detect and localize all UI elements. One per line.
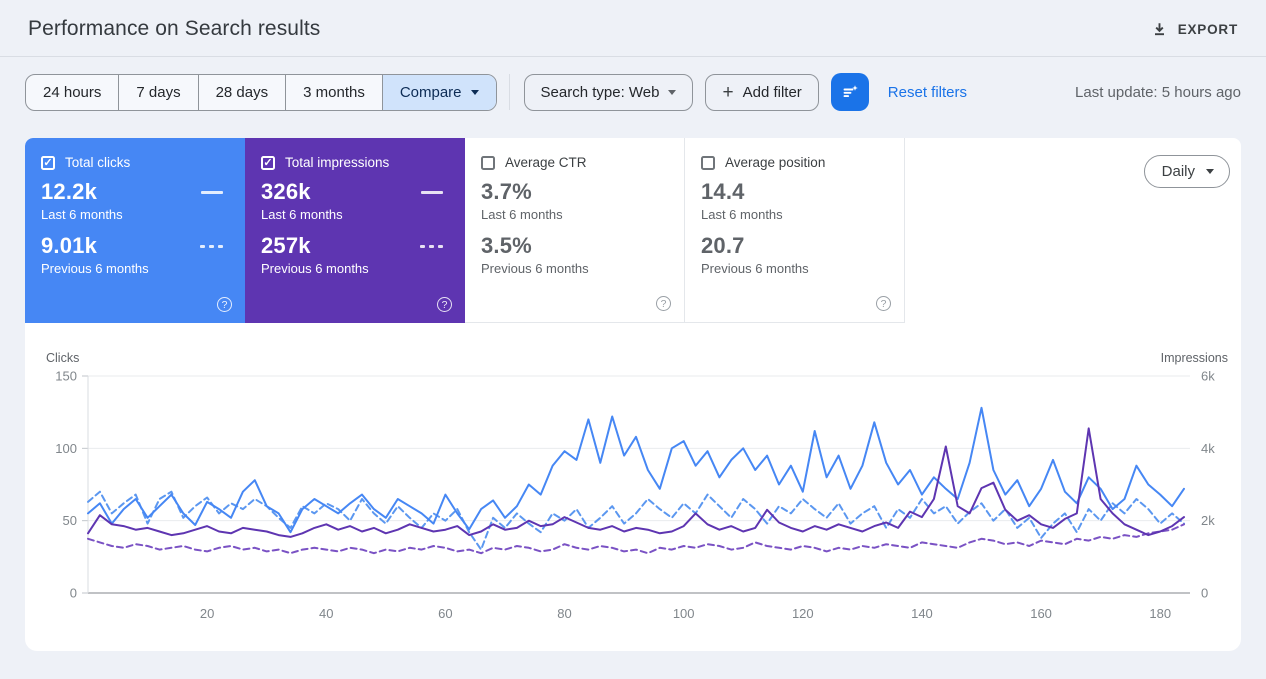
metric-value-current: 326k <box>261 179 311 204</box>
plus-icon: + <box>722 81 734 103</box>
metric-card-average-position[interactable]: Average position 14.4 Last 6 months 20.7… <box>685 138 905 323</box>
metric-period-current: Last 6 months <box>481 207 563 222</box>
add-filter-label: Add filter <box>742 83 802 101</box>
filter-bar-divider <box>508 74 510 110</box>
svg-text:160: 160 <box>1030 606 1052 621</box>
dashed-line-indicator-icon <box>420 244 443 248</box>
help-icon[interactable]: ? <box>437 297 452 312</box>
svg-text:0: 0 <box>1201 586 1208 601</box>
solid-line-indicator-icon <box>421 190 443 194</box>
svg-text:60: 60 <box>438 606 452 621</box>
chevron-down-icon <box>668 89 677 95</box>
granularity-label: Daily <box>1161 163 1195 180</box>
metric-period-previous: Previous 6 months <box>481 261 589 276</box>
help-icon[interactable]: ? <box>876 296 891 311</box>
performance-line-chart[interactable]: 150 6k 100 4k 50 2k 0 0 20 40 60 80 100 120 140 160 180 C… <box>25 323 1241 651</box>
metric-value-previous: 9.01k <box>41 233 98 258</box>
metric-value-previous: 257k <box>261 233 311 258</box>
search-type-dropdown[interactable]: Search type: Web <box>523 73 694 111</box>
metric-value-previous: 3.5% <box>481 233 532 258</box>
reset-filters-link[interactable]: Reset filters <box>888 84 967 101</box>
download-icon <box>1151 21 1168 38</box>
help-icon[interactable]: ? <box>217 297 232 312</box>
page-header: Performance on Search results EXPORT <box>0 0 1266 56</box>
metric-period-previous: Previous 6 months <box>701 261 809 276</box>
svg-text:2k: 2k <box>1201 513 1215 528</box>
metric-card-total-impressions[interactable]: ✓ Total impressions 326k Last 6 months 2… <box>245 138 465 323</box>
date-range-compare[interactable]: Compare <box>381 74 496 110</box>
metric-period-current: Last 6 months <box>261 207 343 222</box>
svg-text:4k: 4k <box>1201 441 1215 456</box>
date-range-24-hours[interactable]: 24 hours <box>26 75 118 110</box>
metric-value-current: 12.2k <box>41 179 98 204</box>
chevron-down-icon <box>1206 169 1214 174</box>
date-range-28-days[interactable]: 28 days <box>197 74 286 110</box>
svg-text:100: 100 <box>673 606 695 621</box>
metric-label: Total clicks <box>65 155 131 170</box>
metric-period-current: Last 6 months <box>41 207 123 222</box>
metric-value-current: 3.7% <box>481 179 532 204</box>
svg-text:80: 80 <box>557 606 571 621</box>
page-title: Performance on Search results <box>28 17 321 40</box>
metric-cards-row: ✓ Total clicks 12.2k Last 6 months 9.01k… <box>25 138 1241 323</box>
svg-text:50: 50 <box>63 513 77 528</box>
compare-label: Compare <box>399 83 462 101</box>
last-update-text: Last update: 5 hours ago <box>1075 83 1241 101</box>
svg-text:150: 150 <box>55 369 77 384</box>
metric-period-previous: Previous 6 months <box>41 261 149 276</box>
svg-text:120: 120 <box>792 606 814 621</box>
svg-text:6k: 6k <box>1201 369 1215 384</box>
metric-label: Average CTR <box>505 155 587 170</box>
solid-line-indicator-icon <box>201 190 223 194</box>
checkbox-unchecked-icon[interactable] <box>701 155 715 170</box>
granularity-dropdown[interactable]: Daily <box>1143 155 1230 188</box>
chevron-down-icon <box>470 89 479 95</box>
metric-period-current: Last 6 months <box>701 207 783 222</box>
svg-text:40: 40 <box>319 606 333 621</box>
metric-label: Total impressions <box>285 155 390 170</box>
svg-text:20: 20 <box>200 606 214 621</box>
date-range-3-months[interactable]: 3 months <box>285 74 382 110</box>
header-divider <box>0 56 1266 57</box>
svg-text:Clicks: Clicks <box>46 351 79 365</box>
checkbox-checked-icon[interactable]: ✓ <box>41 155 55 170</box>
date-range-7-days[interactable]: 7 days <box>118 74 197 110</box>
tune-sparkle-icon <box>840 82 860 102</box>
svg-text:140: 140 <box>911 606 933 621</box>
search-type-label: Search type: Web <box>540 83 660 101</box>
checkbox-checked-icon[interactable]: ✓ <box>261 155 275 170</box>
svg-text:0: 0 <box>70 586 77 601</box>
metric-period-previous: Previous 6 months <box>261 261 369 276</box>
metric-card-total-clicks[interactable]: ✓ Total clicks 12.2k Last 6 months 9.01k… <box>25 138 245 323</box>
filter-bar: 24 hours 7 days 28 days 3 months Compare… <box>25 73 1241 111</box>
metric-label: Average position <box>725 155 826 170</box>
svg-text:180: 180 <box>1149 606 1171 621</box>
dashed-line-indicator-icon <box>200 244 223 248</box>
filter-tune-button[interactable] <box>830 73 869 111</box>
add-filter-button[interactable]: + Add filter <box>705 73 819 111</box>
export-button[interactable]: EXPORT <box>1151 21 1238 38</box>
metric-value-previous: 20.7 <box>701 233 745 258</box>
svg-text:Impressions: Impressions <box>1161 351 1228 365</box>
help-icon[interactable]: ? <box>656 296 671 311</box>
checkbox-unchecked-icon[interactable] <box>481 155 495 170</box>
metric-card-average-ctr[interactable]: Average CTR 3.7% Last 6 months 3.5% Prev… <box>465 138 685 323</box>
export-label: EXPORT <box>1177 21 1238 37</box>
metric-value-current: 14.4 <box>701 179 745 204</box>
svg-text:100: 100 <box>55 441 77 456</box>
performance-panel: ✓ Total clicks 12.2k Last 6 months 9.01k… <box>25 138 1241 651</box>
date-range-segmented-control: 24 hours 7 days 28 days 3 months Compare <box>25 73 497 111</box>
